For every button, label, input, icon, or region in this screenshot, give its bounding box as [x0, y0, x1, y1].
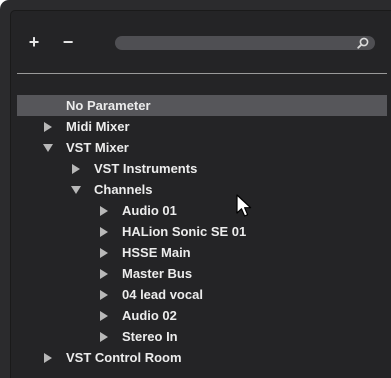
tree-row-label: Channels	[94, 182, 153, 197]
tree-row[interactable]: No Parameter	[17, 95, 387, 116]
tree-row[interactable]: HSSE Main	[17, 242, 387, 263]
add-button[interactable]: +	[25, 33, 43, 51]
chevron-right-icon[interactable]	[99, 311, 109, 321]
tree-row[interactable]: Midi Mixer	[17, 116, 387, 137]
chevron-down-icon[interactable]	[71, 185, 81, 195]
chevron-right-icon[interactable]	[99, 290, 109, 300]
tree-row-label: VST Instruments	[94, 161, 198, 176]
search-icon[interactable]	[357, 37, 369, 49]
tree-row-label: HSSE Main	[122, 245, 191, 260]
tree-row-label: Stereo In	[122, 329, 178, 344]
mouse-cursor-icon	[236, 194, 252, 217]
tree-row[interactable]: HALion Sonic SE 01	[17, 221, 387, 242]
chevron-down-icon[interactable]	[43, 143, 53, 153]
tree-row[interactable]: Master Bus	[17, 263, 387, 284]
tree-row-label: Master Bus	[122, 266, 193, 281]
chevron-right-icon[interactable]	[43, 122, 53, 132]
tree-row-label: VST Control Room	[66, 350, 182, 365]
chevron-right-icon[interactable]	[99, 227, 109, 237]
chevron-right-icon[interactable]	[43, 353, 53, 363]
chevron-right-icon[interactable]	[71, 164, 81, 174]
toolbar-divider	[17, 73, 387, 74]
tree-row[interactable]: 04 lead vocal	[17, 284, 387, 305]
chevron-right-icon[interactable]	[99, 332, 109, 342]
tree-row[interactable]: Audio 02	[17, 305, 387, 326]
chevron-right-icon[interactable]	[99, 269, 109, 279]
tree-row[interactable]: Channels	[17, 179, 387, 200]
tree-row-label: Audio 01	[122, 203, 177, 218]
tree-row-label: No Parameter	[66, 98, 151, 113]
tree-row-label: Midi Mixer	[66, 119, 130, 134]
chevron-right-icon[interactable]	[99, 248, 109, 258]
tree-row[interactable]: Audio 01	[17, 200, 387, 221]
tree-row[interactable]: VST Control Room	[17, 347, 387, 368]
tree-row-label: VST Mixer	[66, 140, 129, 155]
tree-row-label: Audio 02	[122, 308, 177, 323]
tree-row[interactable]: VST Instruments	[17, 158, 387, 179]
tree-row[interactable]: Stereo In	[17, 326, 387, 347]
browser-toolbar: + −	[11, 11, 391, 71]
tree-row-label: HALion Sonic SE 01	[122, 224, 247, 239]
tree-row-label: 04 lead vocal	[122, 287, 203, 302]
search-input[interactable]	[115, 36, 375, 50]
parameter-browser-panel: + − No Parameter Midi Mixer VST Mixer VST I…	[0, 0, 391, 378]
tree-row[interactable]: VST Mixer	[17, 137, 387, 158]
remove-button[interactable]: −	[59, 33, 77, 51]
chevron-right-icon[interactable]	[99, 206, 109, 216]
browser-content: + − No Parameter Midi Mixer VST Mixer VST I…	[10, 10, 391, 378]
